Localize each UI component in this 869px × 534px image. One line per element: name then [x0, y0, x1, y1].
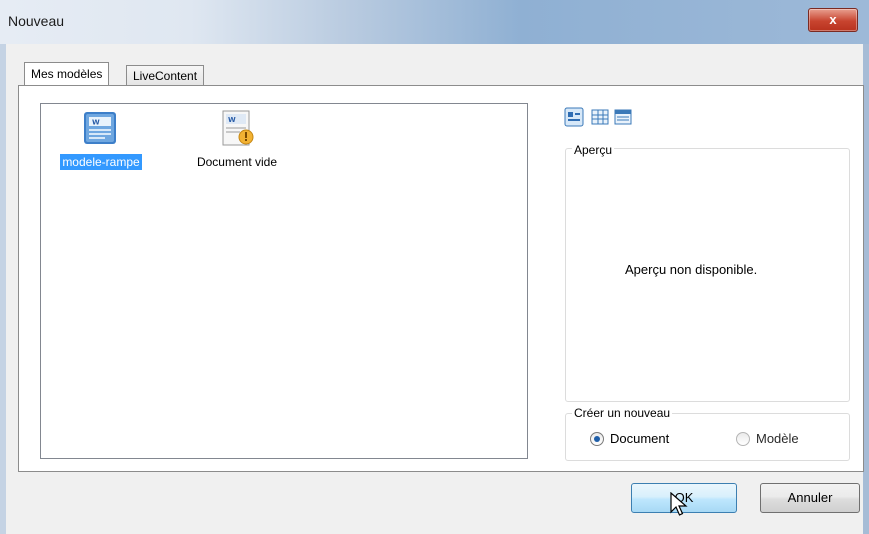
tab-livecontent[interactable]: LiveContent [126, 65, 205, 87]
svg-text:W: W [228, 116, 236, 124]
radio-document-button[interactable] [590, 431, 604, 446]
tab-label: Mes modèles [31, 67, 103, 81]
title-bar: Nouveau x [0, 0, 869, 44]
window-title: Nouveau [8, 13, 65, 29]
preview-legend: Aperçu [572, 143, 615, 157]
radio-modele-label: Modèle [756, 431, 799, 446]
list-item-document-vide[interactable]: W Document vide [181, 108, 293, 170]
list-view-icon [591, 109, 609, 125]
radio-document[interactable]: Document [590, 431, 669, 446]
radio-modele[interactable]: Modèle [736, 431, 799, 446]
large-icons-view-icon [564, 107, 584, 127]
preview-unavailable-text: Aperçu non disponible. [625, 262, 758, 277]
details-view-button[interactable] [613, 107, 633, 127]
details-view-icon [614, 109, 632, 125]
file-label: modele-rampe [60, 154, 142, 170]
tab-mes-modeles[interactable]: Mes modèles [24, 62, 110, 85]
close-icon: x [829, 12, 837, 27]
template-list[interactable]: W modele-rampe W Document vide [40, 103, 528, 459]
new-document-dialog: Nouveau x Mes modèles LiveContent W mode… [0, 0, 869, 534]
large-icons-view-button[interactable] [564, 107, 584, 127]
mouse-pointer-icon [670, 492, 688, 516]
create-new-legend: Créer un nouveau [572, 406, 673, 420]
word-document-wizard-icon: W [217, 108, 257, 148]
file-label: Document vide [196, 155, 278, 169]
tab-label: LiveContent [133, 69, 198, 83]
cancel-button[interactable]: Annuler [760, 483, 860, 513]
list-view-button[interactable] [590, 107, 610, 127]
svg-text:W: W [92, 119, 100, 127]
radio-document-label: Document [610, 431, 670, 446]
radio-modele-button[interactable] [736, 431, 750, 446]
word-template-icon: W [81, 108, 121, 148]
window-frame-left [0, 44, 6, 534]
close-button[interactable]: x [808, 8, 858, 32]
list-item-modele-rampe[interactable]: W modele-rampe [45, 108, 157, 170]
